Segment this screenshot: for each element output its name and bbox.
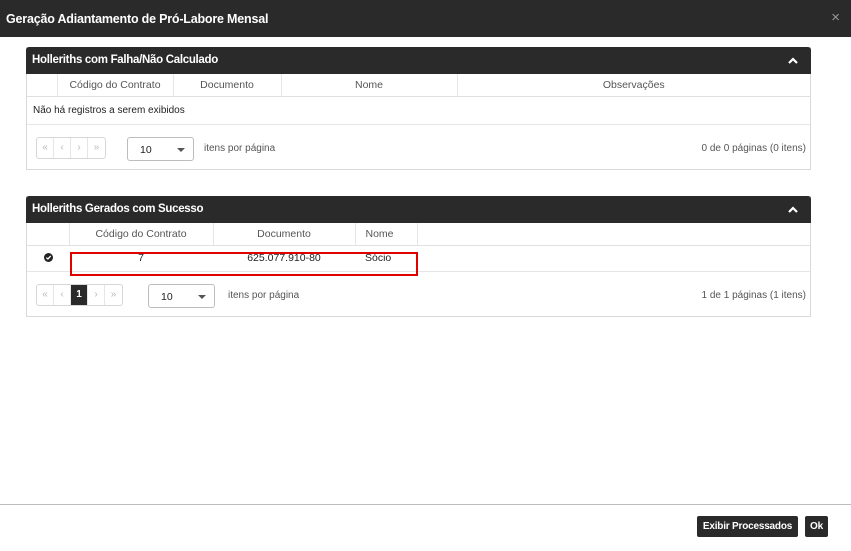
success-holleriths-panel: Holleriths Gerados com Sucesso Código do… (26, 196, 811, 317)
table-row[interactable]: 7 625.077.910-80 Sócio (27, 245, 810, 272)
empty-message: Não há registros a serem exibidos (27, 97, 810, 125)
page-size-label: itens por página (228, 289, 300, 301)
page-size-select[interactable]: 10 (127, 136, 194, 161)
column-header-nome[interactable]: Nome (355, 223, 418, 246)
caret-down-icon (198, 294, 206, 299)
panel-header[interactable]: Holleriths com Falha/Não Calculado (26, 47, 811, 74)
last-page-button[interactable]: » (105, 285, 122, 305)
first-page-button[interactable]: « (37, 137, 54, 158)
panel-header[interactable]: Holleriths Gerados com Sucesso (26, 196, 811, 223)
column-header-codigo[interactable]: Código do Contrato (57, 74, 174, 97)
prev-page-button[interactable]: ‹ (54, 284, 71, 305)
chevron-up-icon[interactable] (787, 204, 799, 216)
first-page-button[interactable]: « (37, 284, 54, 305)
success-table: Código do Contrato Documento Nome 7 625.… (27, 223, 810, 272)
column-header-codigo[interactable]: Código do Contrato (69, 223, 214, 246)
next-page-button[interactable]: › (71, 137, 88, 158)
modal-title: Geração Adiantamento de Pró-Labore Mensa… (6, 12, 269, 26)
pager: « ‹ › » 10 itens por página 0 de 0 págin… (27, 125, 810, 169)
cell-filler (417, 245, 810, 272)
footer-divider (0, 504, 851, 505)
caret-down-icon (177, 147, 185, 152)
page-size-value: 10 (161, 290, 173, 303)
pager-info: 1 de 1 páginas (1 itens) (701, 289, 806, 301)
panel-title: Holleriths Gerados com Sucesso (32, 203, 204, 215)
cell-codigo: 7 (69, 245, 213, 272)
show-processed-button[interactable]: Exibir Processados (697, 516, 798, 537)
cell-documento: 625.077.910-80 (213, 245, 355, 272)
failed-table: Código do Contrato Documento Nome Observ… (27, 74, 810, 97)
column-header-nome[interactable]: Nome (281, 74, 458, 97)
page-size-select[interactable]: 10 (148, 283, 215, 308)
modal-dialog: Geração Adiantamento de Pró-Labore Mensa… (0, 0, 851, 551)
failed-holleriths-panel: Holleriths com Falha/Não Calculado Códig… (26, 47, 811, 170)
select-column-header (27, 74, 58, 97)
column-header-documento[interactable]: Documento (213, 223, 356, 246)
pagination-buttons: « ‹ › » (36, 136, 106, 159)
pager: « ‹ 1 › » 10 itens por página 1 de 1 pág… (27, 272, 810, 316)
page-size-label: itens por página (204, 142, 276, 154)
prev-page-button[interactable]: ‹ (54, 137, 71, 158)
cell-nome: Sócio (355, 245, 417, 272)
panel-title: Holleriths com Falha/Não Calculado (32, 54, 218, 66)
page-size-value: 10 (140, 143, 152, 156)
row-status-cell[interactable] (27, 245, 69, 272)
last-page-button[interactable]: » (88, 138, 105, 158)
column-header-filler (417, 223, 810, 246)
modal-header: Geração Adiantamento de Pró-Labore Mensa… (0, 0, 851, 37)
pager-info: 0 de 0 páginas (0 itens) (701, 142, 806, 154)
column-header-documento[interactable]: Documento (173, 74, 282, 97)
next-page-button[interactable]: › (88, 284, 105, 305)
column-header-observacoes[interactable]: Observações (457, 74, 810, 97)
chevron-up-icon[interactable] (787, 55, 799, 67)
select-column-header (27, 223, 70, 246)
check-circle-icon[interactable] (43, 253, 53, 262)
close-icon[interactable]: × (831, 10, 840, 25)
pagination-buttons: « ‹ 1 › » (36, 283, 123, 306)
page-1-button[interactable]: 1 (71, 284, 88, 305)
ok-button[interactable]: Ok (805, 516, 828, 537)
